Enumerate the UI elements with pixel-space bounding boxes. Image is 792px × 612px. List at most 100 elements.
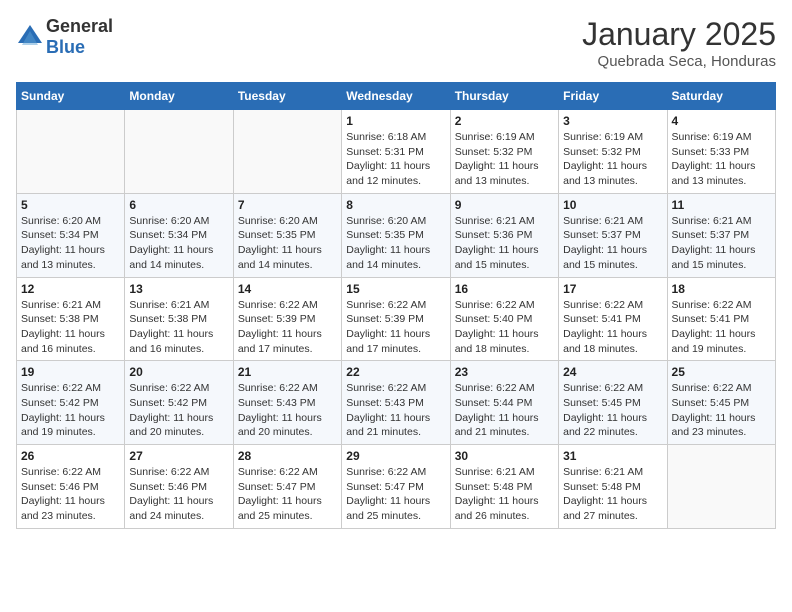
- calendar-cell: 24 Sunrise: 6:22 AMSunset: 5:45 PMDayligh…: [559, 361, 667, 445]
- day-number: 26: [21, 449, 120, 463]
- calendar-cell: 20 Sunrise: 6:22 AMSunset: 5:42 PMDayligh…: [125, 361, 233, 445]
- calendar-cell: [667, 445, 775, 529]
- day-number: 11: [672, 198, 771, 212]
- calendar-cell: 13 Sunrise: 6:21 AMSunset: 5:38 PMDayligh…: [125, 277, 233, 361]
- day-number: 8: [346, 198, 445, 212]
- day-info: Sunrise: 6:22 AMSunset: 5:39 PMDaylight:…: [346, 298, 445, 357]
- subtitle: Quebrada Seca, Honduras: [582, 53, 776, 70]
- page-header: General Blue January 2025 Quebrada Seca,…: [16, 16, 776, 70]
- day-info: Sunrise: 6:21 AMSunset: 5:37 PMDaylight:…: [672, 214, 771, 273]
- calendar-table: SundayMondayTuesdayWednesdayThursdayFrid…: [16, 82, 776, 529]
- title-block: January 2025 Quebrada Seca, Honduras: [582, 16, 776, 70]
- calendar-cell: 18Sunrise: 6:22 AMSunset: 5:41 PMDayligh…: [667, 277, 775, 361]
- day-number: 2: [455, 114, 554, 128]
- col-header-monday: Monday: [125, 83, 233, 110]
- day-number: 13: [129, 282, 228, 296]
- day-number: 24: [563, 365, 662, 379]
- day-number: 14: [238, 282, 337, 296]
- calendar-cell: 10 Sunrise: 6:21 AMSunset: 5:37 PMDayligh…: [559, 193, 667, 277]
- calendar-cell: 16 Sunrise: 6:22 AMSunset: 5:40 PMDayligh…: [450, 277, 558, 361]
- col-header-wednesday: Wednesday: [342, 83, 450, 110]
- day-number: 31: [563, 449, 662, 463]
- calendar-cell: 28Sunrise: 6:22 AMSunset: 5:47 PMDayligh…: [233, 445, 341, 529]
- logo-blue: Blue: [46, 37, 85, 57]
- day-info: Sunrise: 6:22 AMSunset: 5:44 PMDaylight:…: [455, 381, 554, 440]
- col-header-friday: Friday: [559, 83, 667, 110]
- day-info: Sunrise: 6:21 AMSunset: 5:38 PMDaylight:…: [129, 298, 228, 357]
- day-info: Sunrise: 6:21 AMSunset: 5:37 PMDaylight:…: [563, 214, 662, 273]
- day-number: 7: [238, 198, 337, 212]
- day-number: 23: [455, 365, 554, 379]
- day-number: 12: [21, 282, 120, 296]
- day-info: Sunrise: 6:22 AMSunset: 5:42 PMDaylight:…: [21, 381, 120, 440]
- calendar-cell: 8 Sunrise: 6:20 AMSunset: 5:35 PMDaylight…: [342, 193, 450, 277]
- logo-general: General: [46, 16, 113, 36]
- col-header-saturday: Saturday: [667, 83, 775, 110]
- calendar-cell: [233, 110, 341, 194]
- day-info: Sunrise: 6:22 AMSunset: 5:43 PMDaylight:…: [346, 381, 445, 440]
- day-info: Sunrise: 6:22 AMSunset: 5:39 PMDaylight:…: [238, 298, 337, 357]
- day-number: 22: [346, 365, 445, 379]
- day-number: 21: [238, 365, 337, 379]
- calendar-cell: [125, 110, 233, 194]
- calendar-cell: 25Sunrise: 6:22 AMSunset: 5:45 PMDayligh…: [667, 361, 775, 445]
- day-info: Sunrise: 6:20 AMSunset: 5:35 PMDaylight:…: [238, 214, 337, 273]
- calendar-cell: 19 Sunrise: 6:22 AMSunset: 5:42 PMDayligh…: [17, 361, 125, 445]
- calendar-cell: 29 Sunrise: 6:22 AMSunset: 5:47 PMDayligh…: [342, 445, 450, 529]
- day-info: Sunrise: 6:18 AMSunset: 5:31 PMDaylight:…: [346, 130, 445, 189]
- day-number: 25: [672, 365, 771, 379]
- day-info: Sunrise: 6:20 AMSunset: 5:35 PMDaylight:…: [346, 214, 445, 273]
- day-info: Sunrise: 6:22 AMSunset: 5:42 PMDaylight:…: [129, 381, 228, 440]
- calendar-cell: 5Sunrise: 6:20 AMSunset: 5:34 PMDaylight…: [17, 193, 125, 277]
- calendar-cell: 23 Sunrise: 6:22 AMSunset: 5:44 PMDayligh…: [450, 361, 558, 445]
- calendar-cell: 11 Sunrise: 6:21 AMSunset: 5:37 PMDayligh…: [667, 193, 775, 277]
- calendar-cell: [17, 110, 125, 194]
- day-info: Sunrise: 6:19 AMSunset: 5:32 PMDaylight:…: [455, 130, 554, 189]
- calendar-cell: 4Sunrise: 6:19 AMSunset: 5:33 PMDaylight…: [667, 110, 775, 194]
- day-number: 9: [455, 198, 554, 212]
- calendar-cell: 22 Sunrise: 6:22 AMSunset: 5:43 PMDayligh…: [342, 361, 450, 445]
- day-info: Sunrise: 6:21 AMSunset: 5:38 PMDaylight:…: [21, 298, 120, 357]
- day-info: Sunrise: 6:22 AMSunset: 5:40 PMDaylight:…: [455, 298, 554, 357]
- day-number: 30: [455, 449, 554, 463]
- day-info: Sunrise: 6:22 AMSunset: 5:46 PMDaylight:…: [129, 465, 228, 524]
- calendar-cell: 14 Sunrise: 6:22 AMSunset: 5:39 PMDayligh…: [233, 277, 341, 361]
- day-info: Sunrise: 6:22 AMSunset: 5:41 PMDaylight:…: [563, 298, 662, 357]
- day-number: 5: [21, 198, 120, 212]
- day-info: Sunrise: 6:21 AMSunset: 5:48 PMDaylight:…: [563, 465, 662, 524]
- day-number: 27: [129, 449, 228, 463]
- calendar-cell: 26 Sunrise: 6:22 AMSunset: 5:46 PMDayligh…: [17, 445, 125, 529]
- day-number: 15: [346, 282, 445, 296]
- calendar-cell: 1Sunrise: 6:18 AMSunset: 5:31 PMDaylight…: [342, 110, 450, 194]
- logo: General Blue: [16, 16, 113, 58]
- calendar-cell: 15 Sunrise: 6:22 AMSunset: 5:39 PMDayligh…: [342, 277, 450, 361]
- day-number: 29: [346, 449, 445, 463]
- col-header-thursday: Thursday: [450, 83, 558, 110]
- day-info: Sunrise: 6:19 AMSunset: 5:33 PMDaylight:…: [672, 130, 771, 189]
- day-info: Sunrise: 6:22 AMSunset: 5:46 PMDaylight:…: [21, 465, 120, 524]
- month-title: January 2025: [582, 16, 776, 53]
- logo-icon: [16, 23, 44, 51]
- day-info: Sunrise: 6:22 AMSunset: 5:41 PMDaylight:…: [672, 298, 771, 357]
- calendar-cell: 2 Sunrise: 6:19 AMSunset: 5:32 PMDaylight…: [450, 110, 558, 194]
- day-number: 3: [563, 114, 662, 128]
- day-info: Sunrise: 6:22 AMSunset: 5:47 PMDaylight:…: [346, 465, 445, 524]
- day-number: 28: [238, 449, 337, 463]
- day-number: 16: [455, 282, 554, 296]
- calendar-cell: 30Sunrise: 6:21 AMSunset: 5:48 PMDayligh…: [450, 445, 558, 529]
- calendar-cell: 31 Sunrise: 6:21 AMSunset: 5:48 PMDayligh…: [559, 445, 667, 529]
- calendar-cell: 7 Sunrise: 6:20 AMSunset: 5:35 PMDaylight…: [233, 193, 341, 277]
- col-header-tuesday: Tuesday: [233, 83, 341, 110]
- calendar-cell: 17 Sunrise: 6:22 AMSunset: 5:41 PMDayligh…: [559, 277, 667, 361]
- day-info: Sunrise: 6:19 AMSunset: 5:32 PMDaylight:…: [563, 130, 662, 189]
- day-info: Sunrise: 6:22 AMSunset: 5:45 PMDaylight:…: [563, 381, 662, 440]
- calendar-cell: 27 Sunrise: 6:22 AMSunset: 5:46 PMDayligh…: [125, 445, 233, 529]
- day-info: Sunrise: 6:22 AMSunset: 5:43 PMDaylight:…: [238, 381, 337, 440]
- day-number: 20: [129, 365, 228, 379]
- calendar-cell: 9Sunrise: 6:21 AMSunset: 5:36 PMDaylight…: [450, 193, 558, 277]
- day-number: 10: [563, 198, 662, 212]
- day-number: 17: [563, 282, 662, 296]
- day-number: 19: [21, 365, 120, 379]
- calendar-cell: 21 Sunrise: 6:22 AMSunset: 5:43 PMDayligh…: [233, 361, 341, 445]
- day-info: Sunrise: 6:20 AMSunset: 5:34 PMDaylight:…: [129, 214, 228, 273]
